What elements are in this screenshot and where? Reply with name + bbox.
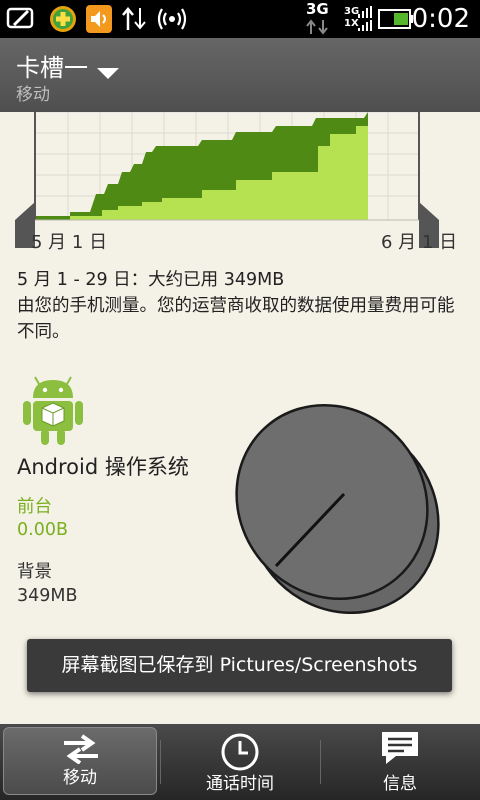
tab-call-time[interactable]: 通话时间 [160, 724, 320, 800]
background-value: 349MB [17, 586, 78, 606]
chevron-down-icon[interactable] [97, 68, 119, 79]
usage-summary-line1: 5 月 1 - 29 日：大约已用 349MB [17, 270, 285, 290]
tab-messages[interactable]: 信息 [320, 724, 480, 800]
chart-end-label: 6 月 1 日 [381, 232, 458, 253]
android-icon [23, 376, 83, 445]
transfer-arrows-icon [64, 734, 98, 764]
tab-call-time-label: 通话时间 [206, 774, 274, 794]
bottom-tab-bar: 移动 通话时间 信息 [0, 724, 480, 800]
volume-icon [86, 5, 112, 33]
wireless-icon [157, 8, 187, 30]
page-subtitle: 移动 [16, 85, 50, 105]
signal-label-3g: 3G [344, 6, 360, 17]
background-label: 背景 [17, 562, 52, 582]
toast-message: 屏幕截图已保存到 Pictures/Screenshots [27, 639, 452, 692]
signal-icon [358, 6, 372, 31]
content-area: 5 月 1 日 6 月 1 日 5 月 1 - 29 日：大约已用 349MB … [0, 112, 480, 724]
message-icon [382, 732, 418, 764]
signal-label-1x: 1X [344, 18, 359, 29]
foreground-label: 前台 [17, 497, 52, 517]
usage-summary: 5 月 1 - 29 日：大约已用 349MB 由您的手机测量。您的运营商收取的… [17, 267, 467, 345]
tab-mobile-label: 移动 [63, 768, 97, 788]
page-title: 卡槽一 [16, 54, 88, 82]
clock: 0:02 [411, 4, 470, 34]
tab-messages-label: 信息 [383, 774, 417, 794]
network-type-label: 3G [306, 0, 329, 18]
usage-pie-chart [235, 403, 440, 614]
title-bar[interactable]: 卡槽一 移动 [0, 38, 480, 112]
status-bar: 3G 3G 1X 0:02 [0, 0, 480, 38]
data-transfer-icon [122, 7, 146, 30]
chart-start-label: 5 月 1 日 [31, 232, 108, 253]
tab-mobile[interactable]: 移动 [3, 727, 157, 795]
edit-icon [6, 7, 34, 29]
clock-icon [221, 733, 259, 771]
usage-summary-line2: 由您的手机测量。您的运营商收取的数据使用量费用可能不同。 [17, 296, 455, 342]
signal-labels: 3G 1X [344, 6, 359, 30]
data-activity-icon [306, 19, 328, 35]
app-name: Android 操作系统 [17, 455, 189, 479]
battery-icon [378, 9, 413, 29]
plus-app-icon [50, 6, 76, 32]
foreground-value: 0.00B [17, 520, 68, 540]
